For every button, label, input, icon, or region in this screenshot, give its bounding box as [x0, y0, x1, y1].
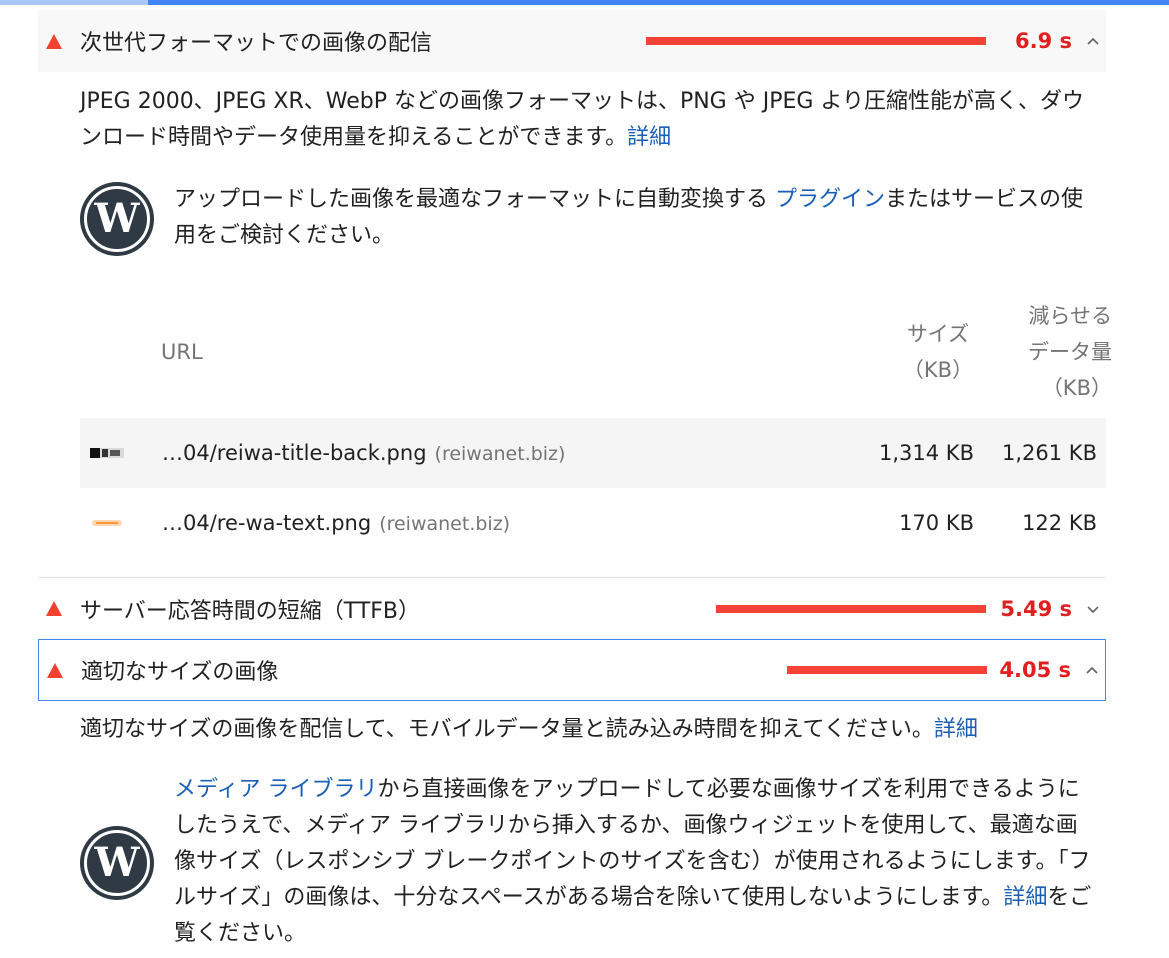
learn-more-link[interactable]: 詳細 — [934, 717, 978, 742]
media-library-link[interactable]: メディア ライブラリ — [174, 777, 377, 802]
url-text: …04/reiwa-title-back.png — [162, 441, 427, 465]
wordpress-icon: W — [80, 182, 154, 256]
audit-properly-sized-images-header[interactable]: 適切なサイズの画像 4.05 s — [38, 639, 1106, 701]
fail-triangle-icon — [46, 33, 62, 49]
audit-title: 適切なサイズの画像 — [81, 660, 279, 685]
url-host: (reiwanet.biz) — [434, 443, 566, 465]
plugin-link[interactable]: プラグイン — [775, 187, 885, 212]
progress-bar — [0, 0, 1169, 5]
resource-size: 170 KB — [899, 511, 974, 535]
audit-next-gen-formats-header[interactable]: 次世代フォーマットでの画像の配信 6.9 s — [38, 10, 1106, 72]
table-row[interactable]: …04/reiwa-title-back.png (reiwanet.biz) 1… — [80, 418, 1106, 488]
chevron-up-icon[interactable] — [1083, 31, 1103, 51]
image-thumbnail — [92, 520, 122, 526]
audit-score: 5.49 s — [1000, 596, 1072, 621]
url-host: (reiwanet.biz) — [379, 513, 511, 535]
column-header-saved: 減らせる データ量 （KB） — [1028, 304, 1112, 400]
audit-ttfb-header[interactable]: サーバー応答時間の短縮（TTFB） 5.49 s — [38, 577, 1106, 639]
savings-bar — [787, 666, 987, 674]
savings-bar — [646, 37, 986, 45]
audit-score: 4.05 s — [999, 658, 1071, 682]
savings-bar — [716, 604, 986, 613]
learn-more-link[interactable]: 詳細 — [1003, 885, 1047, 910]
audit-description: JPEG 2000、JPEG XR、WebP などの画像フォーマットは、PNG … — [80, 84, 1100, 156]
resource-size: 1,314 KB — [879, 441, 974, 465]
fail-triangle-icon — [46, 601, 62, 616]
table-row[interactable]: …04/re-wa-text.png (reiwanet.biz) 170 KB … — [80, 488, 1106, 558]
chevron-up-icon[interactable] — [1082, 660, 1102, 680]
wp-tip-text: アップロードした画像を最適なフォーマットに自動変換する — [174, 187, 775, 212]
resource-url[interactable]: …04/re-wa-text.png (reiwanet.biz) — [162, 511, 510, 535]
wordpress-tip: アップロードした画像を最適なフォーマットに自動変換する プラグインまたはサービス… — [174, 182, 1094, 254]
wordpress-icon: W — [80, 826, 154, 900]
audit-title: サーバー応答時間の短縮（TTFB） — [80, 598, 421, 624]
resource-savings: 1,261 KB — [1002, 441, 1097, 465]
audit-description: 適切なサイズの画像を配信して、モバイルデータ量と読み込み時間を抑えてください。詳… — [80, 712, 1100, 748]
image-thumbnail — [90, 448, 124, 458]
chevron-down-icon[interactable] — [1083, 599, 1103, 619]
progress-bar-fill — [0, 0, 148, 5]
audit-title: 次世代フォーマットでの画像の配信 — [80, 31, 433, 56]
fail-triangle-icon — [47, 662, 63, 678]
description-text: 適切なサイズの画像を配信して、モバイルデータ量と読み込み時間を抑えてください。 — [80, 717, 934, 742]
learn-more-link[interactable]: 詳細 — [627, 125, 671, 150]
resource-url[interactable]: …04/reiwa-title-back.png (reiwanet.biz) — [162, 441, 565, 465]
resource-savings: 122 KB — [1022, 511, 1097, 535]
column-header-url: URL — [161, 340, 203, 364]
url-text: …04/re-wa-text.png — [162, 511, 372, 535]
audit-score: 6.9 s — [1014, 29, 1072, 53]
column-header-size: サイズ （KB） — [902, 322, 974, 382]
wordpress-tip: メディア ライブラリから直接画像をアップロードして必要な画像サイズを利用できるよ… — [174, 772, 1094, 952]
description-text: JPEG 2000、JPEG XR、WebP などの画像フォーマットは、PNG … — [80, 89, 1084, 150]
